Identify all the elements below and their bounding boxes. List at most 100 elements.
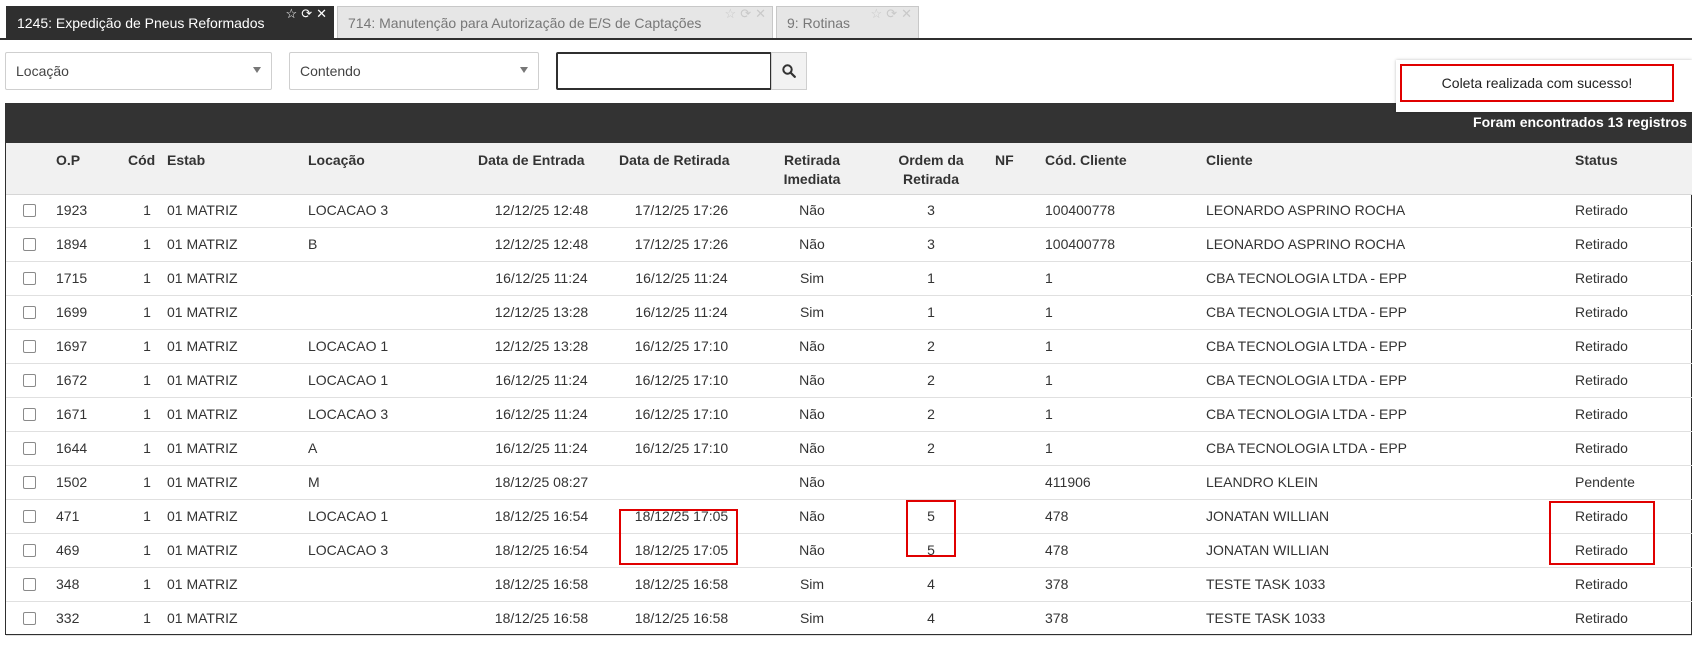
- cell-retirada-imediata: Não: [799, 372, 825, 388]
- table-row[interactable]: 1715 1 01 MATRIZ 16/12/25 11:24 16/12/25 11:…: [6, 262, 1692, 296]
- cell-retirada-imediata: Não: [799, 236, 825, 252]
- cell-estab: 01 MATRIZ: [167, 270, 238, 286]
- close-icon[interactable]: ✕: [901, 7, 912, 21]
- table-row[interactable]: 1894 1 01 MATRIZ B 12/12/25 12:48 17/12/25 17…: [6, 228, 1692, 262]
- star-icon[interactable]: ☆: [725, 7, 737, 21]
- cell-op: 348: [56, 576, 80, 592]
- cell-cod-cliente: 1: [1045, 406, 1053, 422]
- cell-data-entrada: 16/12/25 11:24: [495, 372, 588, 388]
- row-checkbox[interactable]: [23, 238, 36, 251]
- table-row[interactable]: 1672 1 01 MATRIZ LOCACAO 1 16/12/25 11:24 16/…: [6, 364, 1692, 398]
- cell-cod-cliente: 378: [1045, 576, 1069, 592]
- row-checkbox[interactable]: [23, 272, 36, 285]
- table-row[interactable]: 1923 1 01 MATRIZ LOCACAO 3 12/12/25 12:48 17/…: [6, 194, 1692, 228]
- search-button[interactable]: [771, 52, 807, 90]
- col-locacao[interactable]: Locação: [308, 151, 365, 170]
- cell-ordem-retirada: 5: [927, 542, 935, 558]
- col-ordem-retirada[interactable]: Ordem da Retirada: [891, 151, 971, 189]
- cell-op: 1672: [56, 372, 88, 388]
- cell-estab: 01 MATRIZ: [167, 406, 238, 422]
- table-row[interactable]: 1502 1 01 MATRIZ M 18/12/25 08:27 Não 411906 LE…: [6, 466, 1692, 500]
- cell-op: 1644: [56, 440, 88, 456]
- col-cod-cliente[interactable]: Cód. Cliente: [1045, 151, 1127, 170]
- table-row[interactable]: 1671 1 01 MATRIZ LOCACAO 3 16/12/25 11:24 16/…: [6, 398, 1692, 432]
- cell-retirada-imediata: Sim: [799, 304, 825, 320]
- col-cod[interactable]: Cód: [128, 151, 155, 170]
- col-nf[interactable]: NF: [995, 151, 1014, 170]
- cell-retirada-imediata: Não: [799, 440, 825, 456]
- refresh-icon[interactable]: ⟳: [740, 7, 751, 21]
- cell-op: 1894: [56, 236, 88, 252]
- cell-cod-cliente: 1: [1045, 372, 1053, 388]
- tab-rotinas[interactable]: 9: Rotinas ☆ ⟳ ✕: [776, 6, 919, 38]
- chevron-down-icon: [253, 67, 261, 73]
- close-icon[interactable]: ✕: [755, 7, 766, 21]
- cell-cod: 1: [143, 440, 151, 456]
- row-checkbox[interactable]: [23, 374, 36, 387]
- cell-ordem-retirada: 3: [927, 236, 935, 252]
- table-row[interactable]: 1697 1 01 MATRIZ LOCACAO 1 12/12/25 13:28 16/…: [6, 330, 1692, 364]
- table-header: O.P Cód Estab Locação Data de Entrada Da…: [6, 143, 1692, 195]
- records-count: Foram encontrados 13 registros: [1473, 114, 1687, 130]
- row-checkbox[interactable]: [23, 612, 36, 625]
- row-checkbox[interactable]: [23, 476, 36, 489]
- tab-expedicao-pneus[interactable]: 1245: Expedição de Pneus Reformados ☆ ⟳ …: [6, 6, 334, 38]
- cell-estab: 01 MATRIZ: [167, 576, 238, 592]
- row-checkbox[interactable]: [23, 578, 36, 591]
- operator-select[interactable]: Contendo: [289, 52, 539, 90]
- cell-op: 1715: [56, 270, 88, 286]
- table-row[interactable]: 471 1 01 MATRIZ LOCACAO 1 18/12/25 16:54 18/1…: [6, 500, 1692, 534]
- cell-data-entrada: 12/12/25 13:28: [494, 304, 589, 320]
- table-row[interactable]: 469 1 01 MATRIZ LOCACAO 3 18/12/25 16:54 18/1…: [6, 534, 1692, 568]
- tab-bar: 1245: Expedição de Pneus Reformados ☆ ⟳ …: [0, 0, 1692, 40]
- cell-data-retirada: 16/12/25 17:10: [634, 338, 729, 354]
- col-cliente[interactable]: Cliente: [1206, 151, 1253, 170]
- cell-ordem-retirada: 2: [927, 440, 935, 456]
- close-icon[interactable]: ✕: [316, 7, 327, 21]
- col-estab[interactable]: Estab: [167, 151, 205, 170]
- cell-data-entrada: 18/12/25 16:58: [494, 610, 589, 626]
- search-input[interactable]: [556, 52, 772, 90]
- cell-op: 1923: [56, 202, 88, 218]
- cell-cliente: TESTE TASK 1033: [1206, 576, 1326, 592]
- star-icon[interactable]: ☆: [871, 7, 883, 21]
- tab-manutencao-autorizacao[interactable]: 714: Manutenção para Autorização de E/S …: [337, 6, 773, 38]
- cell-estab: 01 MATRIZ: [167, 542, 238, 558]
- table-row[interactable]: 348 1 01 MATRIZ 18/12/25 16:58 18/12/25 16:5…: [6, 568, 1692, 602]
- cell-cliente: CBA TECNOLOGIA LTDA - EPP: [1206, 270, 1407, 286]
- cell-retirada-imediata: Não: [799, 474, 825, 490]
- cell-cod: 1: [143, 474, 151, 490]
- cell-retirada-imediata: Não: [799, 338, 825, 354]
- row-checkbox[interactable]: [23, 204, 36, 217]
- cell-cliente: TESTE TASK 1033: [1206, 610, 1326, 626]
- cell-estab: 01 MATRIZ: [167, 304, 238, 320]
- col-retirada-imediata[interactable]: Retirada Imediata: [777, 151, 847, 189]
- cell-locacao: A: [308, 440, 318, 456]
- toast-message: Coleta realizada com sucesso!: [1441, 75, 1633, 91]
- refresh-icon[interactable]: ⟳: [886, 7, 897, 21]
- cell-status: Retirado: [1575, 202, 1628, 218]
- cell-data-retirada: 17/12/25 17:26: [634, 202, 729, 218]
- star-icon[interactable]: ☆: [286, 7, 298, 21]
- cell-retirada-imediata: Não: [799, 202, 825, 218]
- cell-op: 1697: [56, 338, 88, 354]
- field-select[interactable]: Locação: [5, 52, 272, 90]
- table-row[interactable]: 332 1 01 MATRIZ 18/12/25 16:58 18/12/25 16:5…: [6, 602, 1692, 636]
- row-checkbox[interactable]: [23, 510, 36, 523]
- row-checkbox[interactable]: [23, 340, 36, 353]
- row-checkbox[interactable]: [23, 544, 36, 557]
- row-checkbox[interactable]: [23, 408, 36, 421]
- col-status[interactable]: Status: [1575, 151, 1618, 170]
- cell-estab: 01 MATRIZ: [167, 474, 238, 490]
- row-checkbox[interactable]: [23, 306, 36, 319]
- table-row[interactable]: 1644 1 01 MATRIZ A 16/12/25 11:24 16/12/25 17…: [6, 432, 1692, 466]
- col-data-entrada[interactable]: Data de Entrada: [478, 151, 585, 170]
- row-checkbox[interactable]: [23, 442, 36, 455]
- refresh-icon[interactable]: ⟳: [301, 7, 312, 21]
- search-icon: [782, 64, 796, 78]
- cell-status: Retirado: [1575, 576, 1628, 592]
- col-op[interactable]: O.P: [56, 151, 80, 170]
- cell-data-retirada: 18/12/25 16:58: [634, 576, 729, 592]
- col-data-retirada[interactable]: Data de Retirada: [619, 151, 729, 170]
- table-row[interactable]: 1699 1 01 MATRIZ 12/12/25 13:28 16/12/25 11:…: [6, 296, 1692, 330]
